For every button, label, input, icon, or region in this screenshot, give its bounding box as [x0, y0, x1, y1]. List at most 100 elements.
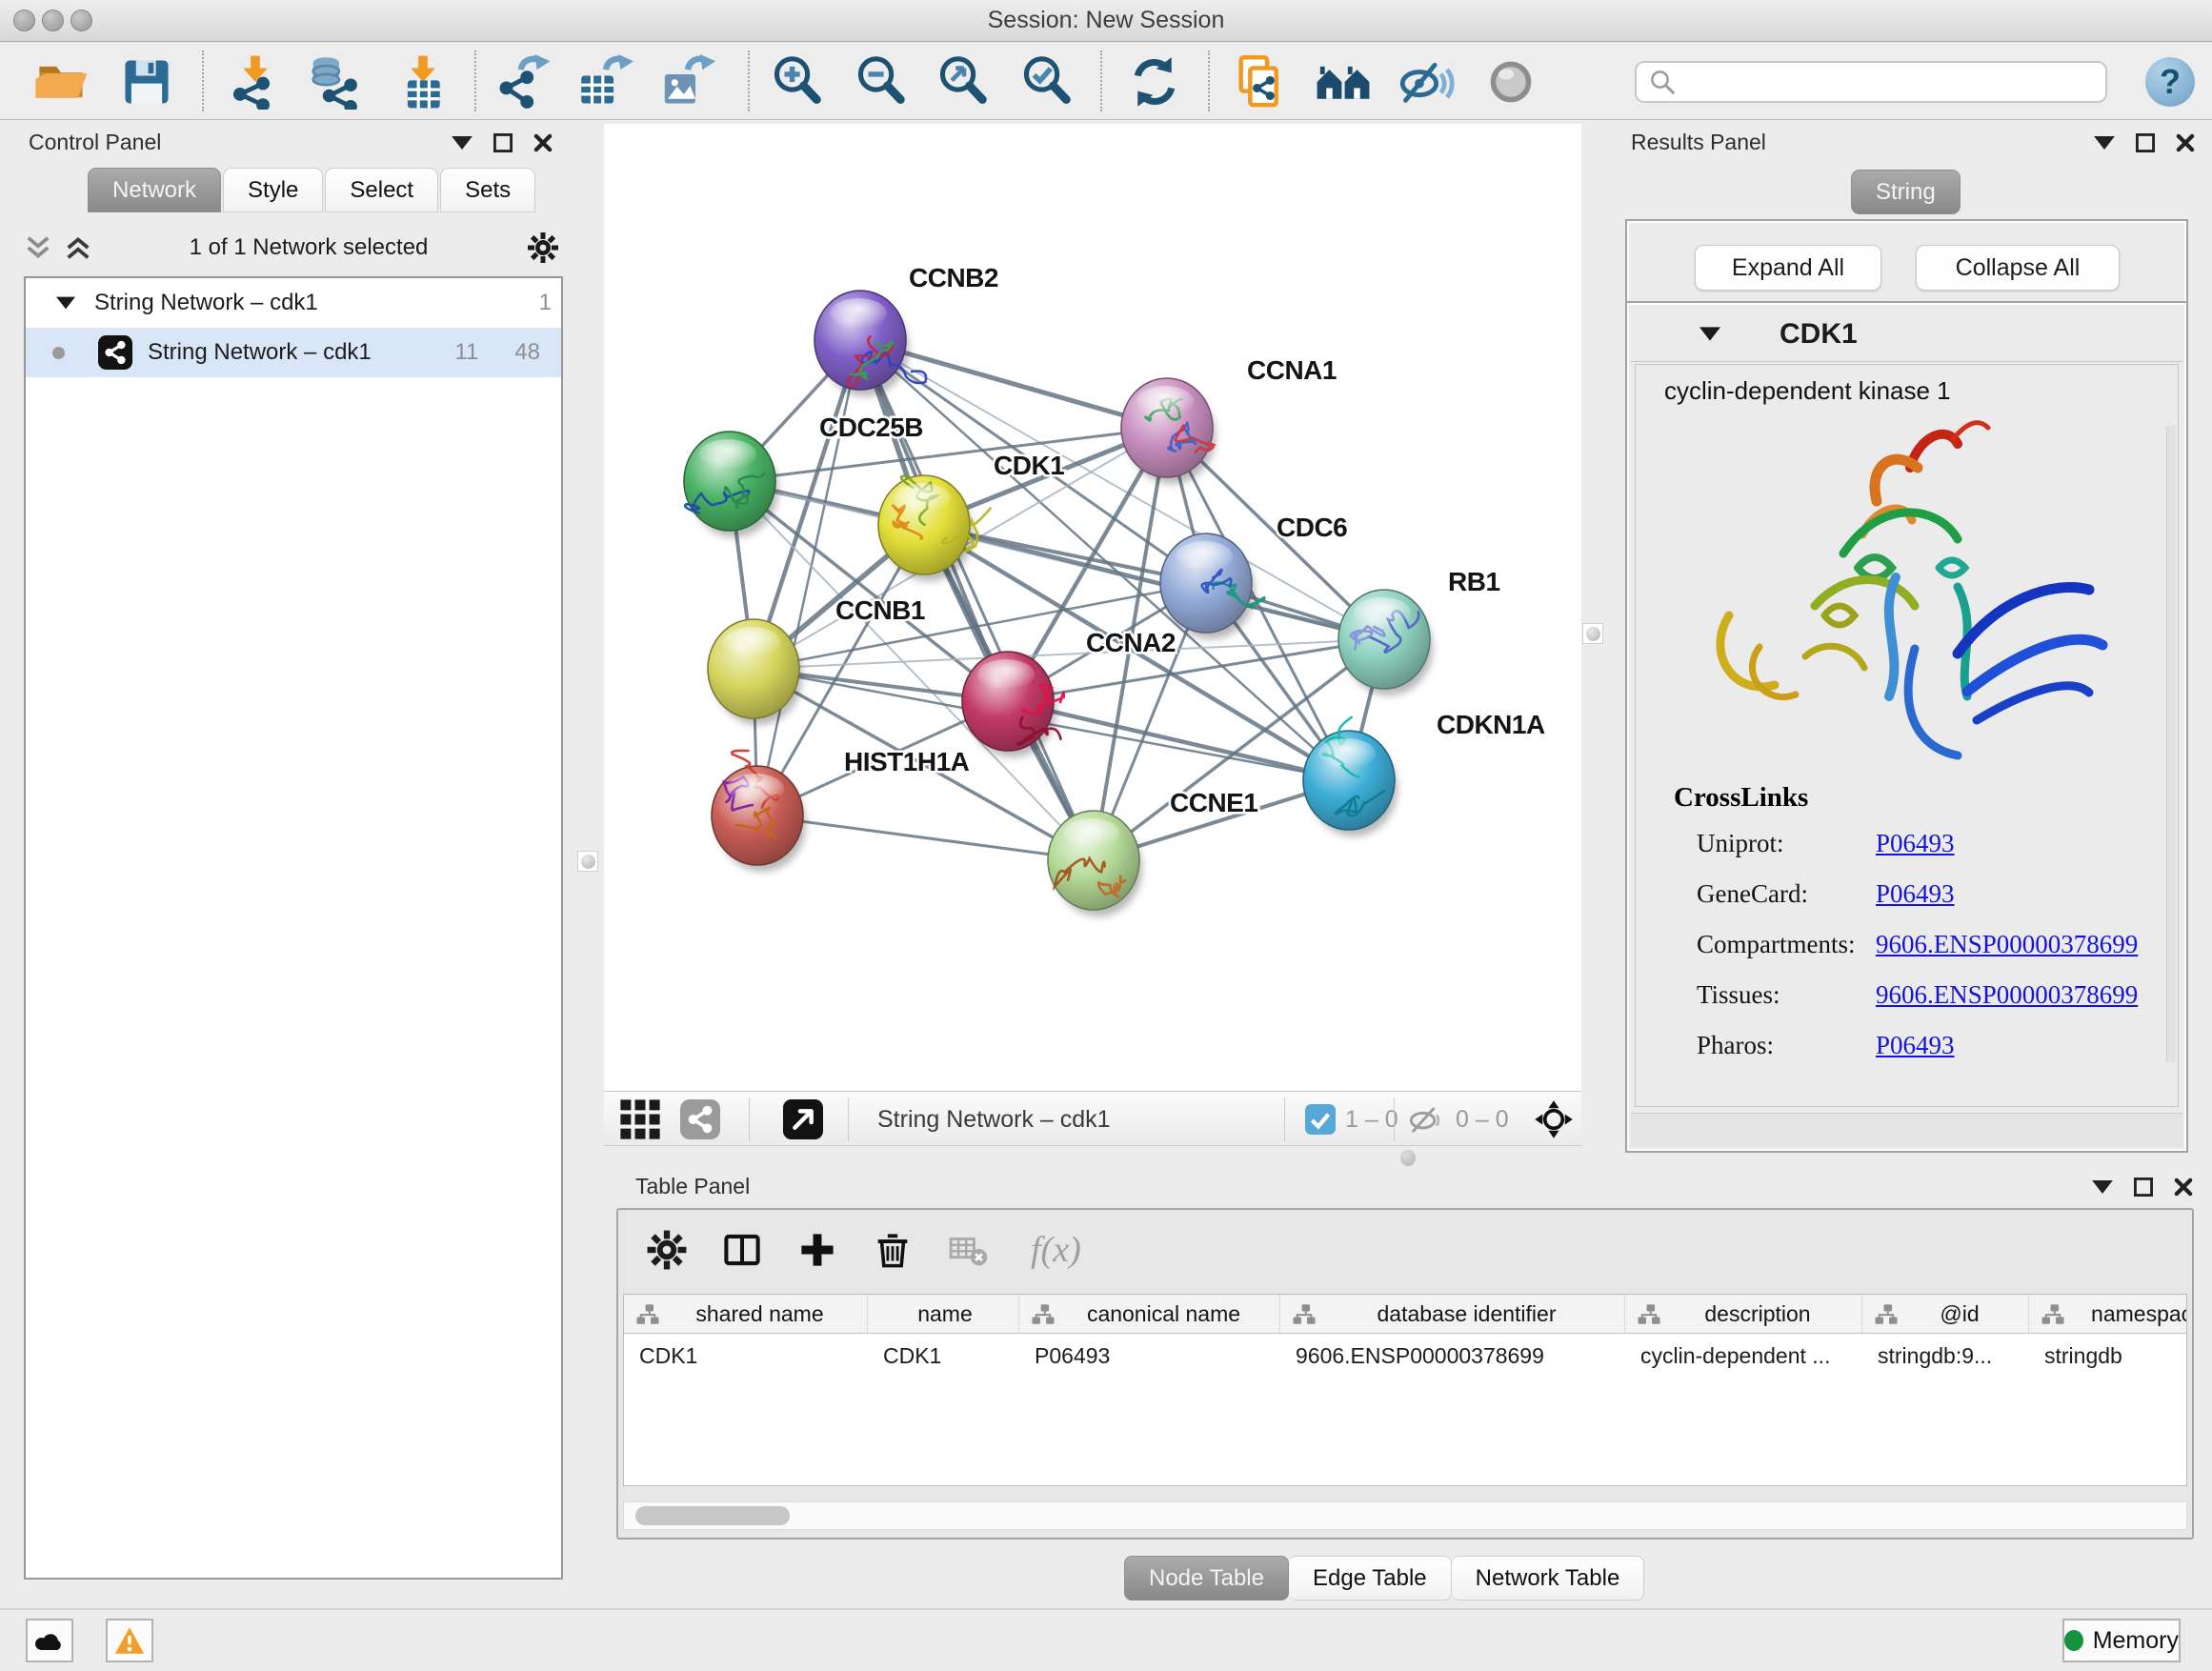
- collection-caret-icon[interactable]: [56, 296, 75, 310]
- network-node-CCNA1[interactable]: CCNA1: [1121, 355, 1337, 484]
- zoom-fit-icon: [936, 54, 992, 110]
- table-cell[interactable]: CDK1: [624, 1343, 868, 1369]
- column-header-name[interactable]: name: [868, 1295, 1019, 1333]
- expand-all-icon[interactable]: [65, 236, 91, 259]
- add-column-icon[interactable]: [795, 1228, 839, 1272]
- crosslink-link[interactable]: P06493: [1876, 829, 1955, 858]
- network-edge-CCNA2-CDKN1A[interactable]: [1008, 701, 1349, 780]
- scrollbar-thumb[interactable]: [635, 1506, 790, 1525]
- zoom-out-button[interactable]: [854, 53, 911, 111]
- birds-eye-view-button[interactable]: [1534, 1099, 1574, 1139]
- crosslink-link[interactable]: 9606.ENSP00000378699: [1876, 980, 2138, 1010]
- collapse-caret-icon[interactable]: [1699, 327, 1720, 341]
- table-cell[interactable]: CDK1: [868, 1343, 1019, 1369]
- table-hscrollbar[interactable]: [623, 1501, 2187, 1530]
- cloud-status-button[interactable]: [26, 1619, 73, 1662]
- table-cell[interactable]: stringdb: [2029, 1343, 2187, 1369]
- table-cell[interactable]: cyclin-dependent ...: [1625, 1343, 1862, 1369]
- column-header-description[interactable]: description: [1625, 1295, 1862, 1333]
- crosslink-link[interactable]: P06493: [1876, 1031, 1955, 1060]
- float-panel-icon[interactable]: [493, 133, 513, 152]
- tab-style[interactable]: Style: [223, 168, 323, 212]
- toolbar-separator: [474, 50, 476, 111]
- selected-checkbox-icon[interactable]: [1305, 1104, 1336, 1135]
- search-input[interactable]: [1677, 68, 2105, 96]
- left-splitter-handle[interactable]: [577, 851, 598, 872]
- column-header-shared-name[interactable]: shared name: [624, 1295, 868, 1333]
- table-cell[interactable]: 9606.ENSP00000378699: [1280, 1343, 1625, 1369]
- float-panel-icon[interactable]: [2134, 1178, 2153, 1197]
- show-grid-button[interactable]: [619, 1099, 661, 1139]
- export-image-icon: [660, 54, 715, 110]
- float-panel-icon[interactable]: [2136, 133, 2155, 152]
- panel-menu-icon[interactable]: [452, 136, 473, 150]
- panel-menu-icon[interactable]: [2094, 136, 2115, 150]
- expand-all-button[interactable]: Expand All: [1695, 245, 1881, 291]
- close-panel-icon[interactable]: [533, 133, 553, 152]
- tab-select[interactable]: Select: [325, 168, 438, 212]
- network-share-button[interactable]: [680, 1099, 720, 1139]
- table-cell[interactable]: P06493: [1019, 1343, 1280, 1369]
- network-edge-CDK1-RB1[interactable]: [924, 525, 1384, 639]
- protein-header-row[interactable]: CDK1: [1631, 307, 2182, 362]
- memory-button[interactable]: Memory: [2062, 1619, 2181, 1662]
- tab-string[interactable]: String: [1851, 170, 1961, 214]
- table-row[interactable]: CDK1CDK1P064939606.ENSP00000378699cyclin…: [624, 1334, 2186, 1378]
- network-edge-HIST1H1A-CCNE1[interactable]: [757, 815, 1094, 860]
- import-network-file-button[interactable]: [227, 53, 284, 111]
- hide-selected-button[interactable]: [1398, 53, 1456, 111]
- network-node-CCNB2[interactable]: CCNB2: [814, 263, 998, 396]
- network-node-CCNE1[interactable]: CCNE1: [1048, 788, 1257, 916]
- right-splitter-handle[interactable]: [1582, 623, 1603, 644]
- network-edge-CCNB2-HIST1H1A[interactable]: [757, 340, 860, 815]
- open-session-button[interactable]: [32, 53, 90, 111]
- save-session-button[interactable]: [118, 53, 175, 111]
- tab-network-table[interactable]: Network Table: [1452, 1556, 1645, 1601]
- crosslink-row: Uniprot:P06493: [1697, 829, 2178, 864]
- export-network-button[interactable]: [495, 53, 553, 111]
- tab-edge-table[interactable]: Edge Table: [1289, 1556, 1452, 1601]
- zoom-selected-button[interactable]: [1019, 53, 1076, 111]
- import-network-database-button[interactable]: [307, 53, 364, 111]
- open-in-view-button[interactable]: [783, 1099, 823, 1139]
- warnings-button[interactable]: [106, 1619, 153, 1662]
- column-header-database-identifier[interactable]: database identifier: [1280, 1295, 1625, 1333]
- tab-network[interactable]: Network: [88, 168, 221, 212]
- collapse-all-button[interactable]: Collapse All: [1916, 245, 2120, 291]
- collapse-all-icon[interactable]: [25, 236, 51, 259]
- show-columns-icon[interactable]: [720, 1228, 764, 1272]
- tab-sets[interactable]: Sets: [440, 168, 535, 212]
- panel-menu-icon[interactable]: [2092, 1180, 2113, 1194]
- refresh-button[interactable]: [1126, 53, 1183, 111]
- crosslink-link[interactable]: 9606.ENSP00000378699: [1876, 930, 2138, 959]
- help-button[interactable]: ?: [2145, 57, 2195, 107]
- network-collection-row[interactable]: String Network – cdk1 1: [26, 278, 561, 328]
- first-neighbors-button[interactable]: [1315, 53, 1372, 111]
- network-row[interactable]: String Network – cdk1 11 48: [26, 328, 561, 377]
- toolbar-separator: [1208, 50, 1210, 111]
- network-canvas[interactable]: CCNB2CCNA1CDC25BCDK1CDC6RB1CCNB1CCNA2CDK…: [604, 124, 1581, 1091]
- table-cell[interactable]: stringdb:9...: [1862, 1343, 2029, 1369]
- column-header-canonical-name[interactable]: canonical name: [1019, 1295, 1280, 1333]
- show-all-button[interactable]: [1482, 53, 1539, 111]
- network-node-CDKN1A[interactable]: CDKN1A: [1303, 710, 1545, 836]
- export-table-button[interactable]: [577, 53, 634, 111]
- results-scrollbar[interactable]: [2166, 426, 2176, 1062]
- tab-node-table[interactable]: Node Table: [1124, 1556, 1289, 1601]
- network-node-RB1[interactable]: RB1: [1338, 567, 1500, 695]
- close-panel-icon[interactable]: [2174, 1178, 2193, 1197]
- zoom-fit-button[interactable]: [935, 53, 993, 111]
- clone-network-button[interactable]: [1231, 53, 1288, 111]
- network-node-HIST1H1A[interactable]: HIST1H1A: [712, 747, 970, 872]
- table-gear-icon[interactable]: [645, 1228, 689, 1272]
- delete-column-icon[interactable]: [871, 1228, 915, 1272]
- gear-icon[interactable]: [526, 231, 560, 265]
- results-panel-title: Results Panel: [1631, 130, 1766, 155]
- column-header--id[interactable]: @id: [1862, 1295, 2029, 1333]
- crosslink-link[interactable]: P06493: [1876, 879, 1955, 909]
- export-image-button[interactable]: [659, 53, 716, 111]
- import-table-button[interactable]: [394, 53, 452, 111]
- zoom-in-button[interactable]: [770, 53, 827, 111]
- column-header-namespace[interactable]: namespace: [2029, 1295, 2187, 1333]
- close-panel-icon[interactable]: [2176, 133, 2195, 152]
